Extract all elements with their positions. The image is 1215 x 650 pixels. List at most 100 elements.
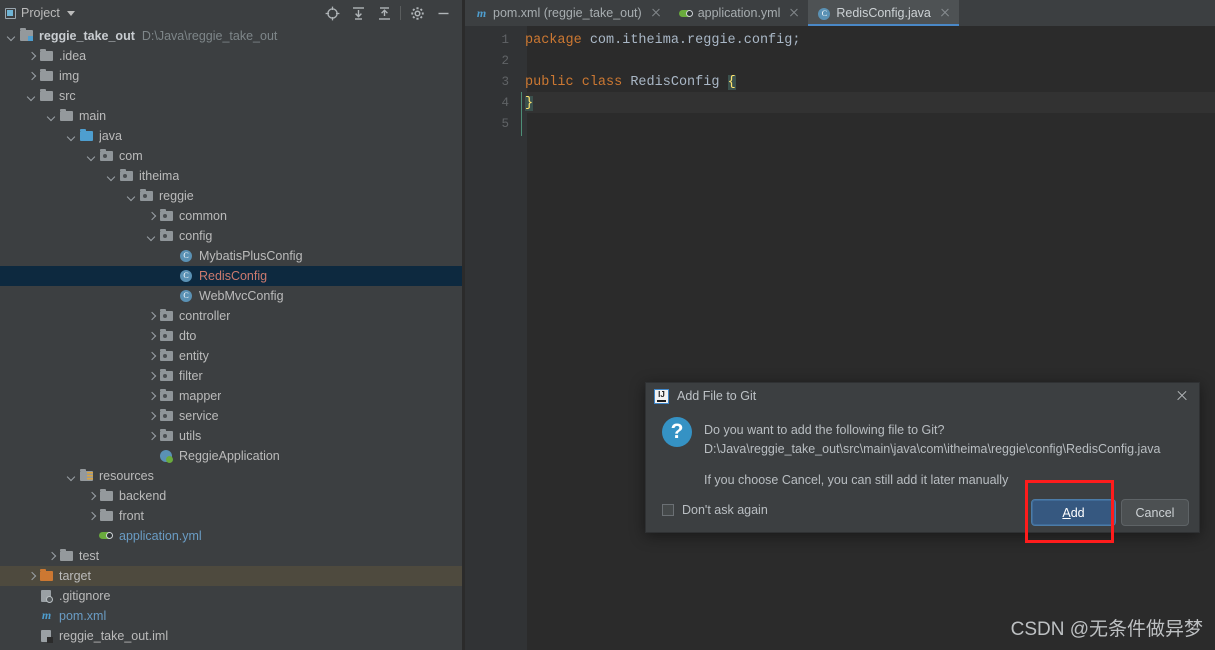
- chevron-down-icon[interactable]: [86, 151, 97, 162]
- close-icon[interactable]: [1171, 385, 1193, 407]
- tree-row-utils[interactable]: utils: [0, 426, 462, 446]
- chevron-down-icon[interactable]: [146, 231, 157, 242]
- chevron-right-icon[interactable]: [46, 551, 57, 562]
- add-button[interactable]: Add: [1031, 499, 1116, 526]
- chevron-right-icon[interactable]: [146, 431, 157, 442]
- tree-row-dto[interactable]: dto: [0, 326, 462, 346]
- tree-row-entity[interactable]: entity: [0, 346, 462, 366]
- line-number: 1: [501, 33, 509, 47]
- tree-row-front[interactable]: front: [0, 506, 462, 526]
- code-folding-strip[interactable]: [517, 26, 527, 650]
- chevron-down-icon[interactable]: [66, 131, 77, 142]
- close-icon[interactable]: [650, 7, 662, 19]
- chevron-right-icon[interactable]: [86, 491, 97, 502]
- tree-row-src[interactable]: src: [0, 86, 462, 106]
- expand-all-icon[interactable]: [345, 0, 371, 26]
- chevron-down-icon[interactable]: [106, 171, 117, 182]
- chevron-right-icon[interactable]: [26, 571, 37, 582]
- editor-tab-pom[interactable]: m pom.xml (reggie_take_out): [465, 0, 670, 26]
- locate-icon[interactable]: [319, 0, 345, 26]
- folder-glyph: [160, 389, 173, 401]
- chevron-down-icon[interactable]: [6, 31, 17, 42]
- tree-row-label: java: [99, 129, 122, 143]
- tree-no-arrow: [166, 291, 177, 302]
- tree-row-common[interactable]: common: [0, 206, 462, 226]
- tree-row-test[interactable]: test: [0, 546, 462, 566]
- tree-row-label: main: [79, 109, 107, 123]
- checkbox-box[interactable]: [662, 504, 674, 516]
- cancel-button[interactable]: Cancel: [1121, 499, 1189, 526]
- tree-row-config[interactable]: config: [0, 226, 462, 246]
- chevron-down-icon[interactable]: [46, 111, 57, 122]
- chevron-right-icon[interactable]: [146, 371, 157, 382]
- tree-row-main[interactable]: main: [0, 106, 462, 126]
- tree-row-webmvcconfig[interactable]: C WebMvcConfig: [0, 286, 462, 306]
- tree-row-filter[interactable]: filter: [0, 366, 462, 386]
- tree-row-pom-xml[interactable]: m pom.xml: [0, 606, 462, 626]
- tree-row-label: dto: [179, 329, 197, 343]
- tree-row-backend[interactable]: backend: [0, 486, 462, 506]
- tree-row-reggieapplication[interactable]: ReggieApplication: [0, 446, 462, 466]
- chevron-right-icon[interactable]: [146, 311, 157, 322]
- project-file-tree[interactable]: reggie_take_out D:\Java\reggie_take_out .i…: [0, 26, 462, 650]
- tree-row-label: filter: [179, 369, 203, 383]
- package-icon: [159, 228, 175, 244]
- code-token: {: [727, 75, 736, 90]
- chevron-down-icon[interactable]: [126, 191, 137, 202]
- tree-no-arrow: [26, 611, 37, 622]
- chevron-right-icon[interactable]: [146, 331, 157, 342]
- chevron-right-icon[interactable]: [86, 511, 97, 522]
- chevron-down-icon[interactable]: [66, 10, 75, 16]
- collapse-all-icon[interactable]: [371, 0, 397, 26]
- tree-row-application-yml[interactable]: application.yml: [0, 526, 462, 546]
- source-folder-icon: [79, 128, 95, 144]
- java-class-icon: C: [179, 288, 195, 304]
- chevron-right-icon[interactable]: [146, 411, 157, 422]
- folder-glyph: [160, 309, 173, 321]
- tree-row-img[interactable]: img: [0, 66, 462, 86]
- tree-row--gitignore[interactable]: .gitignore: [0, 586, 462, 606]
- tree-row-mapper[interactable]: mapper: [0, 386, 462, 406]
- tree-row-label: pom.xml: [59, 609, 107, 623]
- tree-row-resources[interactable]: resources: [0, 466, 462, 486]
- package-icon: [159, 348, 175, 364]
- tree-row--idea[interactable]: .idea: [0, 46, 462, 66]
- project-title-group[interactable]: Project: [0, 6, 319, 20]
- tree-row-mybatisplusconfig[interactable]: C MybatisPlusConfig: [0, 246, 462, 266]
- chevron-right-icon[interactable]: [26, 71, 37, 82]
- editor-tab-redisconfig[interactable]: C RedisConfig.java: [808, 0, 959, 26]
- tree-row-controller[interactable]: controller: [0, 306, 462, 326]
- tree-row-com[interactable]: com: [0, 146, 462, 166]
- tree-row-path: D:\Java\reggie_take_out: [141, 29, 278, 43]
- tree-row-reggie-take-out[interactable]: reggie_take_out D:\Java\reggie_take_out: [0, 26, 462, 46]
- close-icon[interactable]: [939, 7, 951, 19]
- tree-no-arrow: [26, 591, 37, 602]
- settings-gear-icon[interactable]: [404, 0, 430, 26]
- code-editor[interactable]: 1 2 3 4 5 package com.itheima.reggie.config;…: [465, 26, 1215, 650]
- chevron-down-icon[interactable]: [26, 91, 37, 102]
- tree-row-reggie[interactable]: reggie: [0, 186, 462, 206]
- tree-row-label: img: [59, 69, 80, 83]
- tree-row-redisconfig[interactable]: C RedisConfig: [0, 266, 462, 286]
- add-button-rest: dd: [1070, 505, 1085, 520]
- close-icon[interactable]: [788, 7, 800, 19]
- tree-row-label: backend: [119, 489, 167, 503]
- editor-tab-application[interactable]: application.yml: [670, 0, 809, 26]
- tree-row-itheima[interactable]: itheima: [0, 166, 462, 186]
- class-glyph: C: [180, 270, 192, 282]
- tree-row-label: reggie_take_out.iml: [59, 629, 169, 643]
- java-class-icon: C: [179, 268, 195, 284]
- dont-ask-again-checkbox[interactable]: Don't ask again: [662, 503, 768, 517]
- tree-row-java[interactable]: java: [0, 126, 462, 146]
- tree-row-target[interactable]: target: [0, 566, 462, 586]
- code-token: public: [525, 75, 574, 90]
- hide-panel-icon[interactable]: [430, 0, 456, 26]
- chevron-right-icon[interactable]: [146, 211, 157, 222]
- tree-row-service[interactable]: service: [0, 406, 462, 426]
- tree-row-reggie-take-out-iml[interactable]: reggie_take_out.iml: [0, 626, 462, 646]
- chevron-right-icon[interactable]: [146, 351, 157, 362]
- gitignore-file-icon: [39, 588, 55, 604]
- chevron-right-icon[interactable]: [26, 51, 37, 62]
- chevron-down-icon[interactable]: [66, 471, 77, 482]
- chevron-right-icon[interactable]: [146, 391, 157, 402]
